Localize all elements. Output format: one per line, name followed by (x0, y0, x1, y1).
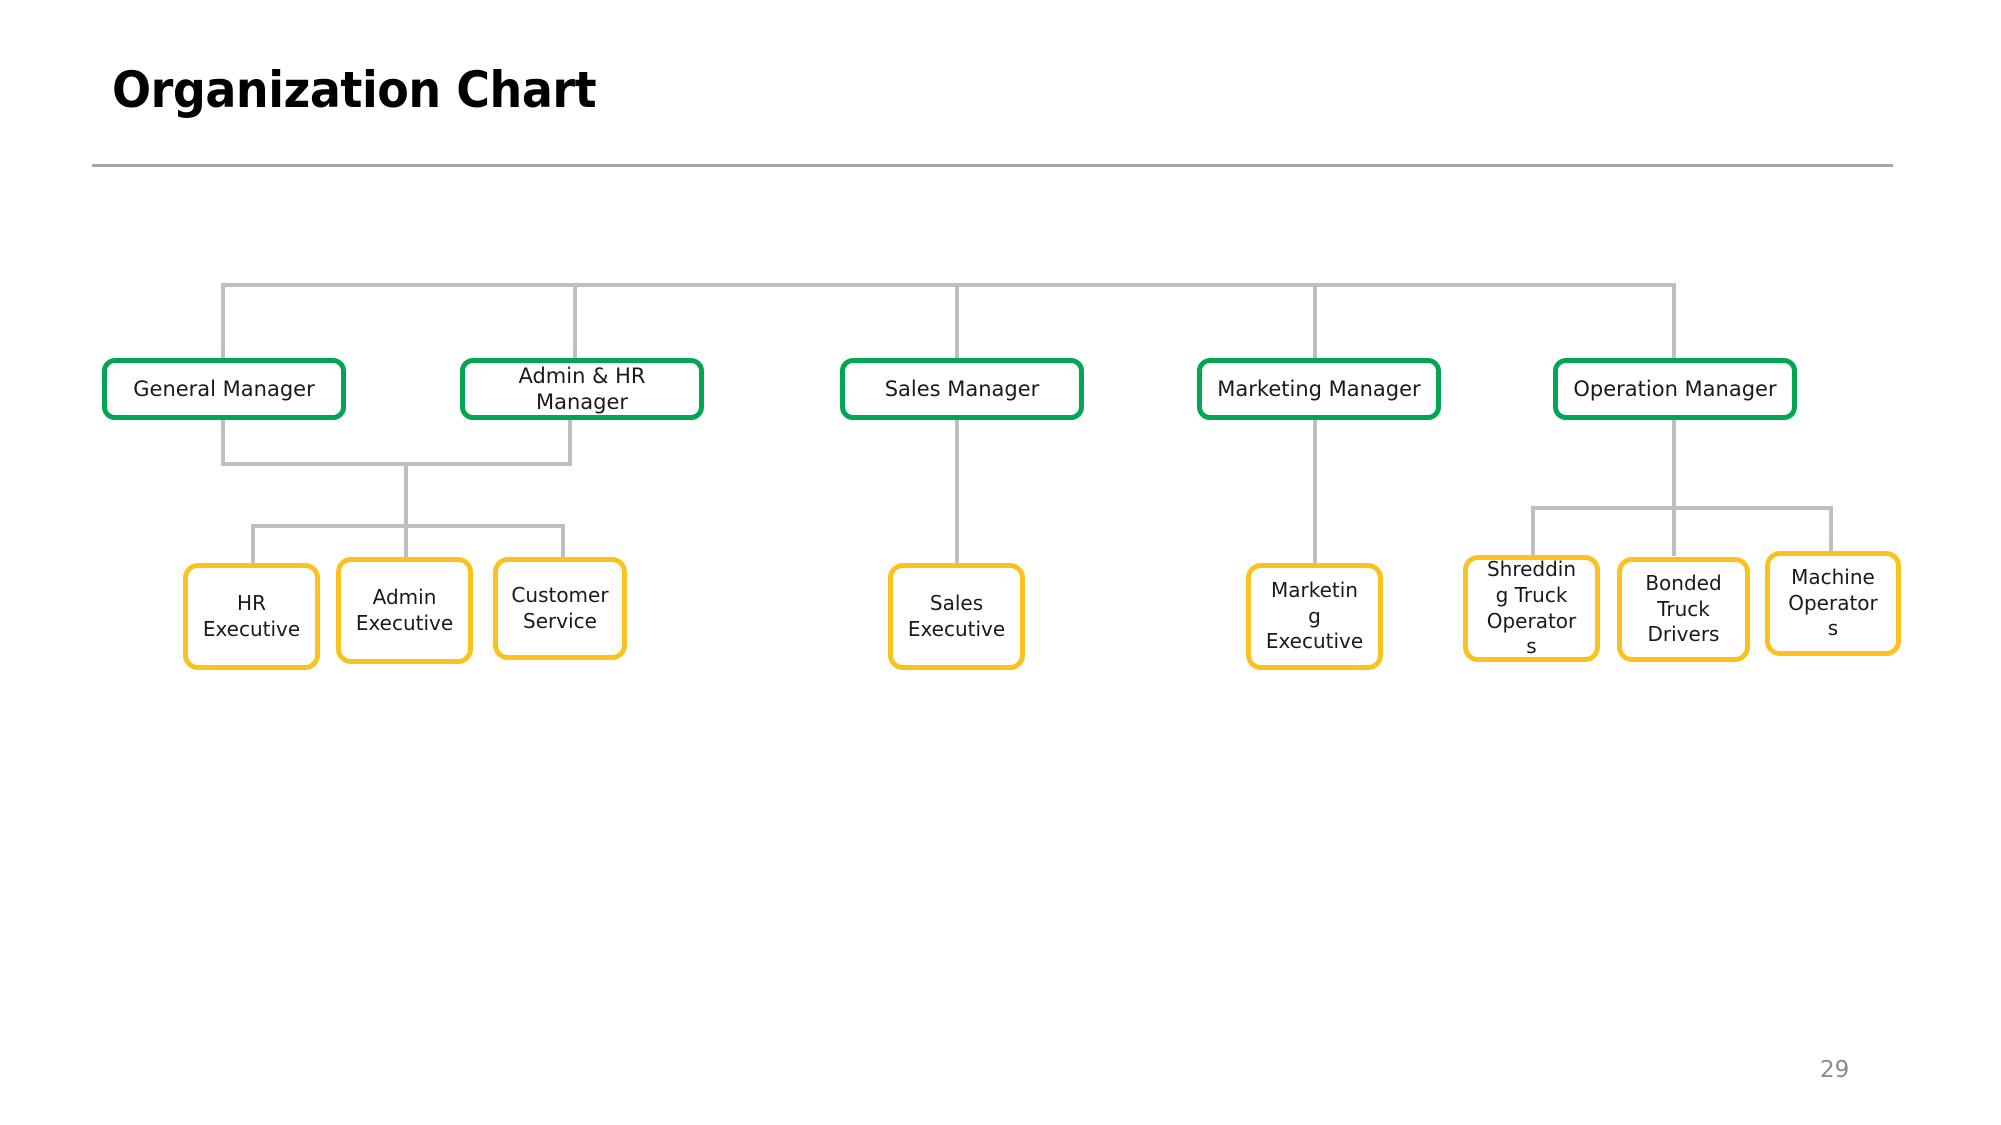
connector-drop-marketing-executive (1313, 420, 1317, 565)
node-bonded-truck-drivers-label: Bonded Truck Drivers (1645, 571, 1722, 647)
connector-drop-general-manager (221, 283, 225, 358)
connector-drop-sales-manager (955, 283, 959, 358)
node-operation-manager-label: Operation Manager (1573, 376, 1777, 401)
connector-stem-admin-hr-manager (568, 420, 572, 466)
node-machine-operators[interactable]: Machine Operator s (1765, 551, 1901, 656)
connector-drop-machine-operators (1829, 506, 1833, 556)
node-hr-executive[interactable]: HR Executive (183, 563, 320, 670)
node-marketing-executive-label: Marketin g Executive (1265, 578, 1364, 654)
node-marketing-manager-label: Marketing Manager (1217, 376, 1421, 401)
node-admin-hr-manager-label: Admin & HR Manager (518, 363, 646, 414)
connector-merge-bar-left (221, 462, 572, 466)
node-admin-hr-manager[interactable]: Admin & HR Manager (460, 358, 704, 420)
connector-fanout-bar-left (251, 524, 565, 528)
node-shredding-truck-operators[interactable]: Shreddin g Truck Operator s (1463, 555, 1600, 662)
node-admin-executive[interactable]: Admin Executive (336, 557, 473, 664)
connector-drop-bonded-truck-drivers (1672, 506, 1676, 556)
node-customer-service-label: Customer Service (511, 582, 609, 633)
connector-fanout-bar-operation (1531, 506, 1833, 510)
connector-drop-sales-executive (955, 420, 959, 565)
header-divider (92, 164, 1893, 167)
node-marketing-manager[interactable]: Marketing Manager (1197, 358, 1441, 420)
connector-stem-operation-manager (1672, 420, 1676, 510)
node-admin-executive-label: Admin Executive (355, 584, 454, 635)
node-hr-executive-label: HR Executive (202, 590, 301, 641)
connector-drop-admin-hr-manager (573, 283, 577, 358)
node-general-manager[interactable]: General Manager (102, 358, 346, 420)
node-shredding-truck-operators-label: Shreddin g Truck Operator s (1486, 557, 1577, 659)
connector-top-bus (221, 283, 1676, 287)
connector-drop-marketing-manager (1313, 283, 1317, 358)
node-sales-executive-label: Sales Executive (907, 590, 1006, 641)
node-sales-executive[interactable]: Sales Executive (888, 563, 1025, 670)
connector-drop-shredding-truck-operators (1531, 506, 1535, 556)
connector-stem-general-manager (221, 420, 225, 466)
node-sales-manager[interactable]: Sales Manager (840, 358, 1084, 420)
connector-drop-operation-manager (1672, 283, 1676, 358)
slide-canvas: Organization Chart General Manager Admin… (0, 0, 2001, 1125)
page-number: 29 (1820, 1057, 1850, 1083)
connector-drop-hr-executive (251, 524, 255, 564)
node-customer-service[interactable]: Customer Service (493, 557, 627, 660)
node-operation-manager[interactable]: Operation Manager (1553, 358, 1797, 420)
node-sales-manager-label: Sales Manager (884, 376, 1040, 401)
page-title: Organization Chart (112, 61, 597, 119)
connector-center-stem-left (404, 462, 408, 528)
node-machine-operators-label: Machine Operator s (1788, 565, 1878, 641)
node-general-manager-label: General Manager (133, 376, 315, 401)
node-bonded-truck-drivers[interactable]: Bonded Truck Drivers (1617, 557, 1750, 662)
node-marketing-executive[interactable]: Marketin g Executive (1246, 563, 1383, 670)
